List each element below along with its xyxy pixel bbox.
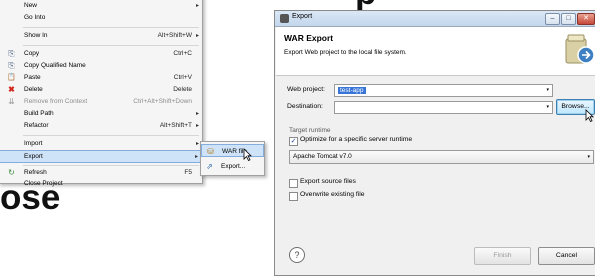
optimize-checkbox-label: Optimize for a specific server runtime (300, 136, 413, 143)
web-project-label: Web project: (287, 86, 326, 93)
menu-item-build-path[interactable]: Build Path ▸ (0, 108, 202, 120)
menu-item-import[interactable]: Import ▸ (0, 138, 202, 150)
chevron-down-icon: ▾ (546, 104, 549, 110)
submenu-item-label: Export... (221, 163, 246, 170)
finish-button[interactable]: Finish (474, 247, 531, 265)
maximize-button[interactable]: □ (561, 13, 576, 25)
web-project-combo[interactable]: test-app ▾ (334, 84, 553, 97)
export-source-checkbox[interactable] (289, 179, 298, 188)
help-icon[interactable]: ? (289, 247, 305, 263)
wizard-description: Export Web project to the local file sys… (284, 49, 407, 56)
chevron-down-icon: ▾ (587, 154, 590, 160)
submenu-item-export[interactable]: ⇗ Export... (201, 160, 264, 173)
submenu-arrow-icon: ▸ (194, 154, 198, 160)
menu-item-shortcut: Ctrl+C (173, 50, 192, 57)
menu-item-label: Import (24, 140, 43, 147)
close-button[interactable]: ✕ (577, 13, 595, 25)
menu-item-copy[interactable]: ⎘ Copy Ctrl+C (0, 48, 202, 60)
chevron-down-icon: ▾ (546, 87, 549, 93)
submenu-arrow-icon: ▸ (195, 111, 199, 117)
server-runtime-value: Apache Tomcat v7.0 (293, 153, 352, 160)
menu-item-copy-qualified-name[interactable]: ⎘ Copy Qualified Name (0, 60, 202, 72)
export-source-label: Export source files (300, 178, 356, 185)
copy-qualified-icon: ⎘ (8, 61, 15, 70)
export-submenu: ⛁ WAR file ⇗ Export... (200, 141, 265, 176)
web-project-value: test-app (338, 87, 366, 94)
menu-separator (23, 165, 199, 166)
menu-item-shortcut: Ctrl+V (173, 74, 192, 81)
overwrite-label: Overwrite existing file (300, 191, 365, 198)
menu-item-paste[interactable]: 📋 Paste Ctrl+V (0, 72, 202, 84)
submenu-arrow-icon: ▸ (195, 123, 199, 129)
export-icon: ⇗ (206, 162, 213, 171)
menu-item-shortcut: Ctrl+Alt+Shift+Down (133, 98, 192, 105)
menu-item-label: Paste (24, 74, 41, 81)
destination-label: Destination: (287, 103, 323, 110)
export-dialog: Export – □ ✕ WAR Export Export Web proje… (274, 10, 595, 276)
menu-separator (23, 135, 199, 136)
menu-item-label: New (24, 2, 38, 9)
minimize-button[interactable]: – (545, 13, 560, 25)
submenu-item-war-file[interactable]: ⛁ WAR file (201, 144, 264, 157)
remove-context-icon: ⇊ (8, 97, 15, 106)
menu-item-export[interactable]: Export ▸ (0, 150, 202, 163)
menu-item-go-into[interactable]: Go Into (0, 12, 202, 24)
submenu-arrow-icon: ▸ (195, 3, 199, 9)
wizard-header: WAR Export Export Web project to the loc… (276, 27, 595, 76)
menu-item-remove-from-context[interactable]: ⇊ Remove from Context Ctrl+Alt+Shift+Dow… (0, 96, 202, 108)
menu-item-shortcut: Alt+Shift+T (159, 122, 192, 129)
war-file-icon: ⛁ (207, 147, 214, 156)
mouse-cursor-icon (585, 109, 594, 122)
delete-icon: ✖ (8, 85, 15, 94)
menu-item-label: Refactor (24, 122, 49, 129)
menu-item-label: Show In (24, 32, 48, 39)
menu-item-label: Remove from Context (24, 98, 88, 105)
menu-item-label: Go Into (24, 14, 46, 21)
menu-item-label: Export (24, 153, 43, 160)
server-runtime-select[interactable]: Apache Tomcat v7.0 ▾ (289, 150, 594, 164)
dialog-title: Export (292, 13, 313, 20)
submenu-arrow-icon: ▸ (195, 33, 199, 39)
menu-item-new[interactable]: New ▸ (0, 0, 202, 12)
optimize-checkbox[interactable]: ✓ (289, 137, 298, 146)
menu-item-label: Copy Qualified Name (24, 62, 86, 69)
destination-combo[interactable]: ▾ (334, 101, 553, 114)
paste-icon: 📋 (7, 74, 16, 81)
slide-text-fragment: ose (0, 178, 61, 217)
mouse-cursor-icon (243, 148, 252, 161)
dialog-title-bar[interactable]: Export – □ ✕ (275, 11, 595, 27)
wizard-title: WAR Export (284, 33, 334, 43)
cancel-button[interactable]: Cancel (538, 247, 595, 265)
menu-item-shortcut: Alt+Shift+W (157, 32, 192, 39)
menu-item-label: Delete (24, 86, 43, 93)
menu-item-show-in[interactable]: Show In Alt+Shift+W ▸ (0, 30, 202, 42)
submenu-arrow-icon: ▸ (195, 141, 199, 147)
copy-icon: ⎘ (8, 49, 15, 58)
menu-separator (23, 27, 199, 28)
menu-item-label: Copy (24, 50, 40, 57)
overwrite-checkbox[interactable] (289, 192, 298, 201)
eclipse-icon (280, 14, 289, 23)
refresh-icon: ↻ (8, 168, 15, 177)
menu-item-refactor[interactable]: Refactor Alt+Shift+T ▸ (0, 120, 202, 132)
target-runtime-group-label: Target runtime (289, 127, 331, 134)
war-export-wizard-icon (565, 34, 594, 64)
menu-item-label: Build Path (24, 110, 54, 117)
menu-item-delete[interactable]: ✖ Delete Delete (0, 84, 202, 96)
context-menu: New ▸ Go Into Show In Alt+Shift+W ▸ ⎘ Co… (0, 0, 203, 187)
menu-item-shortcut: Delete (173, 86, 192, 93)
menu-separator (23, 45, 199, 46)
